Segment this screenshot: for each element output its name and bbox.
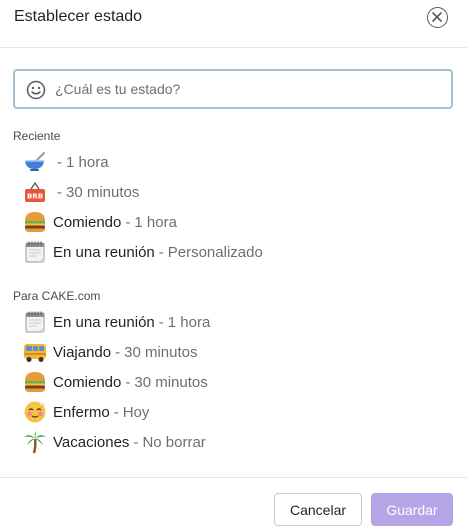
status-duration: 1 hora — [66, 153, 109, 171]
status-separator: - — [158, 243, 164, 261]
palm-tree-icon — [23, 430, 47, 454]
status-duration: 30 minutos — [124, 343, 198, 361]
brb-sign-icon: BRB — [23, 180, 47, 204]
status-search-field[interactable] — [13, 69, 453, 109]
close-icon — [432, 12, 442, 22]
recent-status-item[interactable]: BRB - 30 minutos — [23, 179, 139, 205]
calendar-icon — [23, 310, 47, 334]
status-text: En una reunión — [53, 243, 155, 261]
recent-status-item[interactable]: - 1 hora — [23, 149, 109, 175]
workspace-section-title: Para CAKE.com — [13, 289, 101, 303]
workspace-status-item[interactable]: Comiendo - 30 minutos — [23, 369, 208, 395]
status-duration: 1 hora — [134, 213, 177, 231]
workspace-status-item[interactable]: Enfermo - Hoy — [23, 399, 149, 425]
dialog-footer: Cancelar Guardar — [0, 477, 467, 530]
workspace-status-item[interactable]: Vacaciones - No borrar — [23, 429, 206, 455]
status-duration: 30 minutos — [134, 373, 208, 391]
status-duration: 30 minutos — [66, 183, 140, 201]
status-separator: - — [57, 153, 62, 171]
status-separator: - — [115, 343, 121, 361]
dialog-header: Establecer estado — [0, 0, 467, 48]
status-text: Comiendo — [53, 213, 122, 231]
status-separator: - — [158, 313, 164, 331]
dialog-title: Establecer estado — [14, 8, 143, 25]
workspace-status-item[interactable]: En una reunión - 1 hora — [23, 309, 210, 335]
brb-label: BRB — [27, 193, 43, 201]
status-separator: - — [125, 373, 131, 391]
save-button[interactable]: Guardar — [371, 493, 453, 526]
status-separator: - — [125, 213, 131, 231]
status-text: Enfermo — [53, 403, 110, 421]
status-separator: - — [133, 433, 139, 451]
hamburger-icon — [23, 370, 47, 394]
status-text: Vacaciones — [53, 433, 130, 451]
workspace-status-item[interactable]: Viajando - 30 minutos — [23, 339, 198, 365]
sick-face-icon — [23, 400, 47, 424]
status-text: Viajando — [53, 343, 112, 361]
cancel-button[interactable]: Cancelar — [274, 493, 362, 526]
calendar-icon — [23, 240, 47, 264]
status-duration: 1 hora — [167, 313, 211, 331]
hamburger-icon — [23, 210, 47, 234]
status-duration: Hoy — [122, 403, 150, 421]
smiley-icon[interactable] — [26, 80, 46, 100]
close-button[interactable] — [427, 7, 448, 28]
status-duration: Personalizado — [167, 243, 263, 261]
recent-status-item[interactable]: En una reunión - Personalizado — [23, 239, 263, 265]
bowl-icon — [23, 150, 47, 174]
status-separator: - — [57, 183, 62, 201]
recent-section-title: Reciente — [13, 129, 61, 143]
status-separator: - — [113, 403, 119, 421]
status-text: En una reunión — [53, 313, 155, 331]
recent-status-item[interactable]: Comiendo - 1 hora — [23, 209, 177, 235]
status-text: Comiendo — [53, 373, 122, 391]
status-duration: No borrar — [142, 433, 206, 451]
bus-icon — [23, 340, 47, 364]
status-input[interactable] — [55, 77, 435, 101]
